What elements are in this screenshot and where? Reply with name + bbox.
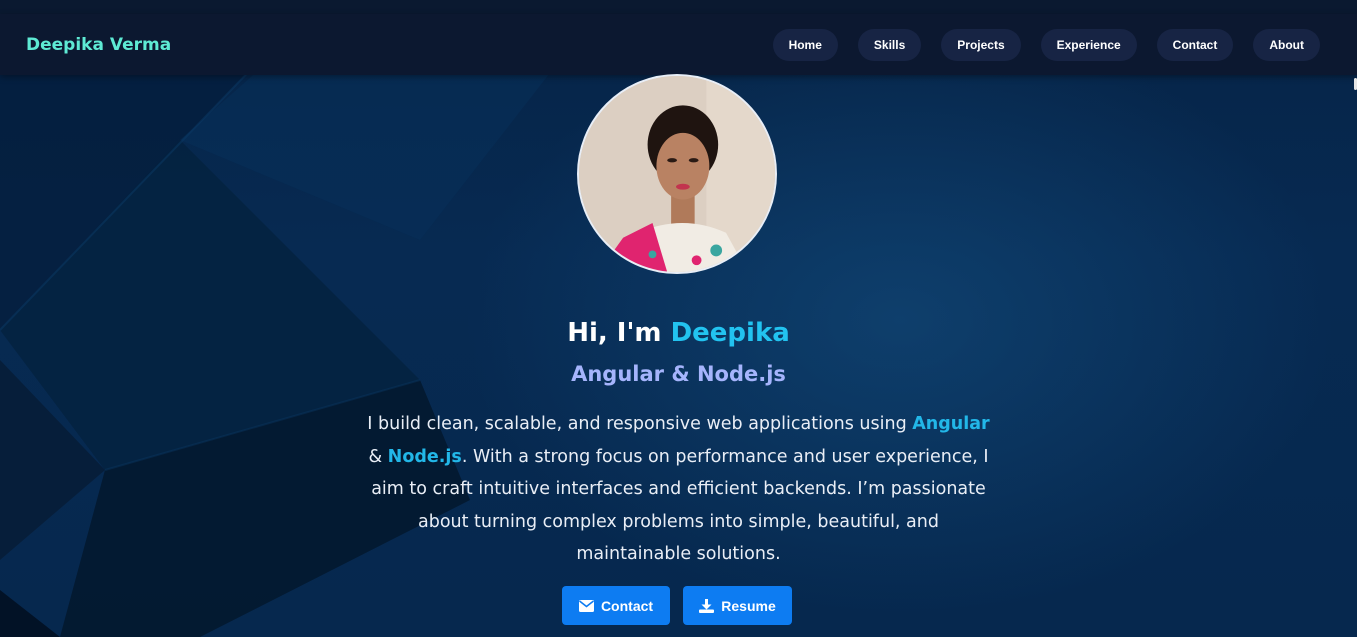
nav-projects[interactable]: Projects — [941, 28, 1021, 61]
bio-part2: . With a strong focus on performance and… — [371, 446, 989, 565]
resume-button-label: Resume — [721, 597, 776, 614]
page: Deepika Verma Home Skills Projects Exper… — [0, 0, 1357, 637]
bio-tech-angular: Angular — [912, 414, 990, 434]
bio-tech-node: Node.js — [387, 446, 462, 467]
bio-part1: I build clean, scalable, and responsive … — [367, 414, 913, 434]
top-strip — [0, 0, 1357, 14]
nav-experience[interactable]: Experience — [1040, 28, 1137, 61]
greeting-prefix: Hi, I'm — [567, 318, 671, 348]
envelope-icon — [578, 599, 594, 612]
profile-photo-icon — [579, 76, 775, 272]
main-nav: Home Skills Projects Experience Contact … — [772, 28, 1320, 61]
navbar: Deepika Verma Home Skills Projects Exper… — [0, 14, 1357, 75]
contact-button[interactable]: Contact — [562, 586, 670, 625]
download-icon — [699, 598, 715, 613]
resume-button[interactable]: Resume — [683, 586, 792, 625]
hero-bio: I build clean, scalable, and responsive … — [360, 408, 997, 571]
hero-greeting: Hi, I'm Deepika — [0, 318, 1357, 348]
bio-amp: & — [368, 446, 388, 467]
nav-skills[interactable]: Skills — [857, 28, 922, 61]
brand-logo-text[interactable]: Deepika Verma — [26, 35, 171, 55]
profile-avatar — [577, 74, 777, 274]
greeting-name: Deepika — [670, 318, 790, 348]
nav-about[interactable]: About — [1253, 28, 1320, 61]
nav-contact[interactable]: Contact — [1156, 28, 1234, 61]
hero-role: Angular & Node.js — [571, 362, 786, 386]
nav-home[interactable]: Home — [772, 28, 838, 61]
contact-button-label: Contact — [600, 597, 654, 614]
